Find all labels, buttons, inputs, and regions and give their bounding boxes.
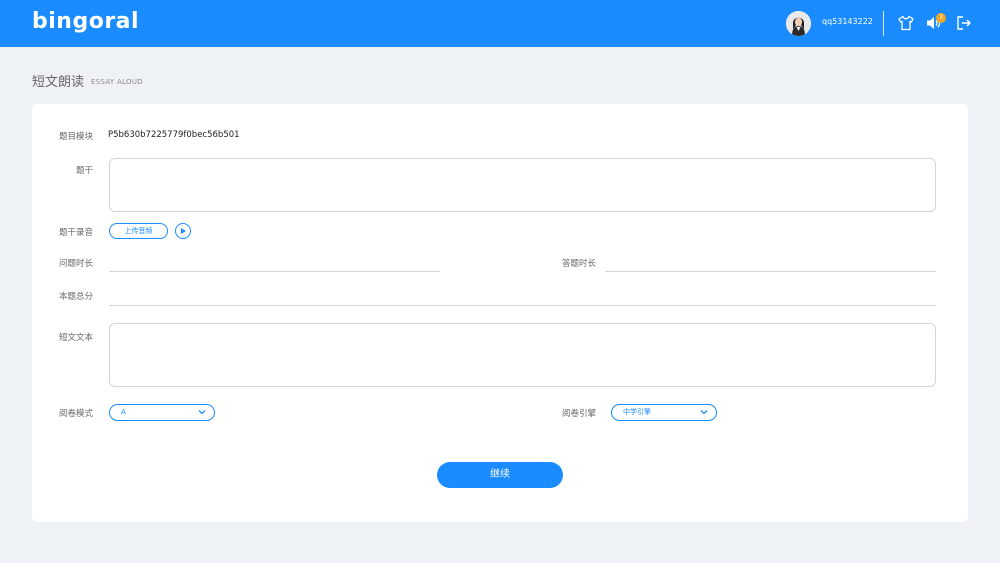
stem-textarea[interactable] <box>109 158 936 212</box>
play-audio-button[interactable] <box>175 223 191 239</box>
question-duration-label: 问题时长 <box>59 259 94 269</box>
question-duration-input[interactable] <box>109 271 440 272</box>
notification-badge: 3 <box>936 13 946 23</box>
username[interactable]: qq53143222 <box>822 17 873 26</box>
total-score-input[interactable] <box>109 305 936 306</box>
upload-audio-button[interactable]: 上传音频 <box>109 223 168 239</box>
avatar-image <box>786 11 811 36</box>
logout-icon[interactable] <box>955 14 973 32</box>
grading-engine-value: 中学引擎 <box>623 408 651 416</box>
total-score-label: 本题总分 <box>59 292 94 302</box>
grading-mode-label: 阅卷模式 <box>59 409 94 419</box>
answer-duration-label: 答题时长 <box>562 259 597 269</box>
page-title: 短文朗读 <box>32 75 85 90</box>
upload-audio-label: 上传音频 <box>124 227 153 235</box>
essay-textarea[interactable] <box>109 323 936 387</box>
grading-engine-select[interactable]: 中学引擎 <box>611 404 717 421</box>
stem-label: 题干 <box>76 166 94 176</box>
grading-mode-value: A <box>121 408 126 416</box>
chevron-down-icon <box>198 410 206 415</box>
continue-button[interactable]: 继续 <box>437 462 563 488</box>
grading-engine-label: 阅卷引擎 <box>562 409 597 419</box>
header-divider <box>883 11 884 36</box>
template-label: 题目模块 <box>59 132 94 142</box>
top-bar: bingoral qq53143222 3 <box>0 0 1000 47</box>
chevron-down-icon <box>700 410 708 415</box>
tshirt-icon[interactable] <box>897 14 915 32</box>
stem-audio-label: 题干录音 <box>59 228 94 238</box>
template-value: P5b630b7225779f0bec56b501 <box>108 130 240 140</box>
page-subtitle: ESSAY ALOUD <box>91 78 143 86</box>
logo[interactable]: bingoral <box>32 9 139 34</box>
avatar[interactable] <box>786 11 811 36</box>
grading-mode-select[interactable]: A <box>109 404 215 421</box>
essay-text-label: 短文文本 <box>59 333 94 343</box>
answer-duration-input[interactable] <box>605 271 936 272</box>
play-icon <box>181 228 186 234</box>
